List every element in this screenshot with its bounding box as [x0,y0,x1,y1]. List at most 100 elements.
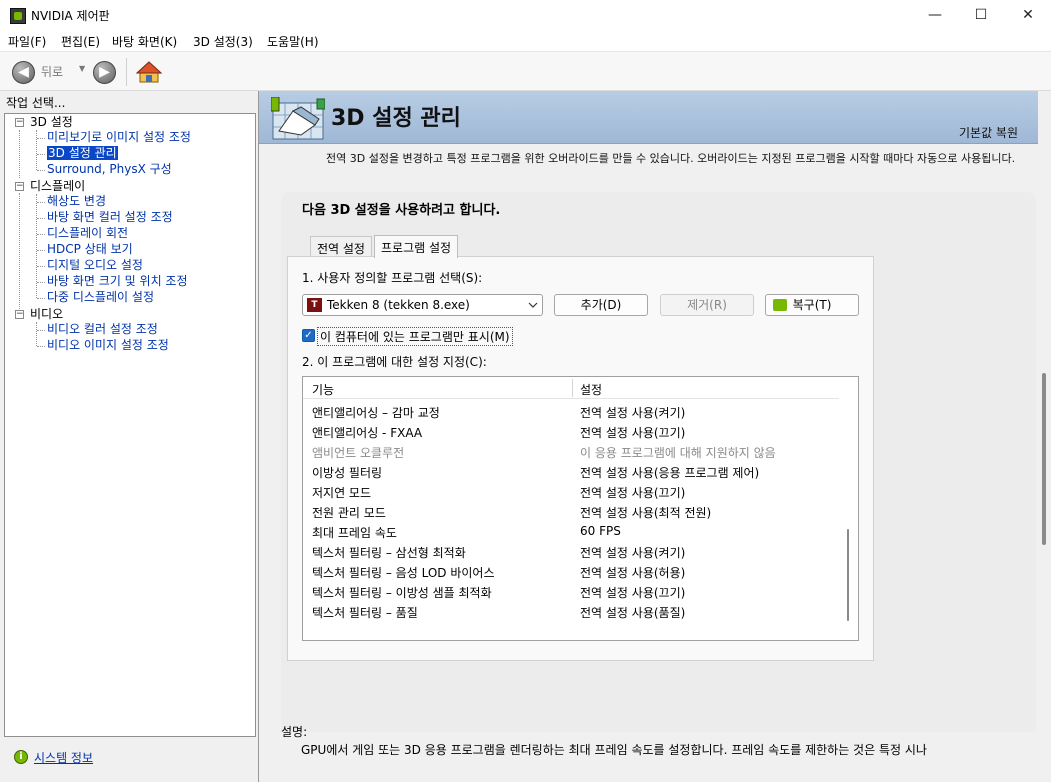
table-row[interactable]: 저지연 모드 전역 설정 사용(끄기) [303,481,839,501]
nvidia-logo-icon [773,299,787,311]
column-header-setting[interactable]: 설정 [580,381,602,398]
tree-connector [37,282,45,283]
collapse-toggle-icon[interactable]: − [15,182,24,191]
tree-connector [19,130,20,178]
content-pane: 3D 설정 관리 기본값 복원 전역 3D 설정을 변경하고 특정 프로그램을 … [258,91,1038,782]
show-only-installed-checkbox[interactable]: ✓ [302,329,315,342]
menu-file[interactable]: 파일(F) [8,33,46,50]
setting-cell[interactable]: 전역 설정 사용(허용) [580,564,685,581]
setting-cell[interactable]: 전역 설정 사용(끄기) [580,484,685,501]
feature-cell: 텍스처 필터링 – 음성 LOD 바이어스 [312,566,495,580]
menu-bar: 파일(F) 편집(E) 바탕 화면(K) 3D 설정(3) 도움말(H) [0,31,1051,52]
content-scroll-thumb[interactable] [1042,373,1046,545]
column-header-feature[interactable]: 기능 [312,381,334,398]
navigation-tree: − 3D 설정 미리보기로 이미지 설정 조정 3D 설정 관리 Surroun… [4,113,256,737]
setting-cell[interactable]: 전역 설정 사용(최적 전원) [580,504,711,521]
restore-defaults-link[interactable]: 기본값 복원 [959,124,1018,141]
tree-group-video[interactable]: 비디오 [30,307,63,323]
table-row[interactable]: 텍스처 필터링 – 품질 전역 설정 사용(품질) [303,601,839,621]
settings-grid: 기능 설정 앤티앨리어싱 – 감마 교정 전역 설정 사용(켜기) 앤티앨리어싱 -… [302,376,859,641]
tree-group-display[interactable]: 디스플레이 [30,179,85,195]
program-select-value: Tekken 8 (tekken 8.exe) [327,298,470,312]
tree-item-desktop-size-position[interactable]: 바탕 화면 크기 및 위치 조정 [47,274,188,290]
forward-button[interactable]: ▶ [93,61,116,84]
tree-item-rotate-display[interactable]: 디스플레이 회전 [47,226,128,242]
grid-scroll-thumb[interactable] [847,529,849,621]
back-dropdown-icon[interactable]: ▼ [79,64,85,73]
arrow-right-icon: ▶ [99,64,110,80]
table-row[interactable]: 텍스처 필터링 – 음성 LOD 바이어스 전역 설정 사용(허용) [303,561,839,581]
remove-program-button[interactable]: 제거(R) [660,294,754,316]
menu-desktop[interactable]: 바탕 화면(K) [112,33,177,50]
tree-item-video-image[interactable]: 비디오 이미지 설정 조정 [47,338,169,354]
content-vertical-scrollbar[interactable] [1038,91,1051,782]
title-bar: NVIDIA 제어판 — ☐ ✕ [0,0,1051,31]
table-row[interactable]: 전원 관리 모드 전역 설정 사용(최적 전원) [303,501,839,521]
window-title: NVIDIA 제어판 [31,9,110,23]
tree-connector [37,218,45,219]
column-separator[interactable] [572,379,573,397]
back-button[interactable]: ◀ [12,61,35,84]
collapse-toggle-icon[interactable]: − [15,310,24,319]
back-label[interactable]: 뒤로 [41,63,63,80]
step2-label: 2. 이 프로그램에 대한 설정 지정(C): [302,355,487,369]
feature-cell: 앤티앨리어싱 - FXAA [312,426,423,440]
table-row[interactable]: 텍스처 필터링 – 이방성 샘플 최적화 전역 설정 사용(끄기) [303,581,839,601]
tree-connector [37,330,45,331]
feature-cell: 텍스처 필터링 – 이방성 샘플 최적화 [312,586,492,600]
tree-item-digital-audio[interactable]: 디지털 오디오 설정 [47,258,143,274]
tree-group-3d-settings[interactable]: 3D 설정 [30,115,73,131]
setting-cell[interactable]: 전역 설정 사용(응용 프로그램 제어) [580,464,759,481]
setting-cell[interactable]: 전역 설정 사용(켜기) [580,544,685,561]
tree-connector [19,193,20,313]
grid-header: 기능 설정 [303,377,839,399]
tree-connector [37,170,45,171]
tree-connector [37,234,45,235]
tree-item-multiple-displays[interactable]: 다중 디스플레이 설정 [47,290,154,306]
system-info-label[interactable]: 시스템 정보 [34,749,93,766]
table-row[interactable]: 텍스처 필터링 – 삼선형 최적화 전역 설정 사용(켜기) [303,541,839,561]
tree-item-change-resolution[interactable]: 해상도 변경 [47,194,106,210]
add-program-button[interactable]: 추가(D) [554,294,648,316]
collapse-toggle-icon[interactable]: − [15,118,24,127]
minimize-button[interactable]: — [912,0,958,31]
show-only-installed-label[interactable]: 이 컴퓨터에 있는 프로그램만 표시(M) [317,327,513,346]
setting-cell[interactable]: 60 FPS [580,524,621,538]
program-select-dropdown[interactable]: T Tekken 8 (tekken 8.exe) [302,294,543,316]
tree-item-desktop-color[interactable]: 바탕 화면 컬러 설정 조정 [47,210,173,226]
description-label: 설명: [281,725,308,739]
tree-item-manage-3d-settings[interactable]: 3D 설정 관리 [47,146,118,162]
tree-connector [37,298,45,299]
menu-edit[interactable]: 편집(E) [61,33,100,50]
tree-item-video-color[interactable]: 비디오 컬러 설정 조정 [47,322,158,338]
tree-connector [37,138,45,139]
table-row[interactable]: 이방성 필터링 전역 설정 사용(응용 프로그램 제어) [303,461,839,481]
restore-program-button[interactable]: 복구(T) [765,294,859,316]
page-description: 전역 3D 설정을 변경하고 특정 프로그램을 위한 오버라이드를 만들 수 있… [326,152,1016,165]
home-icon[interactable] [136,60,162,84]
task-select-header: 작업 선택... [6,96,66,110]
tree-connector [36,322,37,346]
table-row[interactable]: 앤티앨리어싱 - FXAA 전역 설정 사용(끄기) [303,421,839,441]
setting-cell[interactable]: 전역 설정 사용(끄기) [580,584,685,601]
nvidia-app-icon [10,8,26,24]
maximize-button[interactable]: ☐ [958,0,1004,31]
chevron-down-icon [528,302,538,308]
setting-cell[interactable]: 전역 설정 사용(품질) [580,604,685,621]
tree-item-surround-physx[interactable]: Surround, PhysX 구성 [47,162,172,178]
close-button[interactable]: ✕ [1005,0,1051,31]
tree-item-preview-image-settings[interactable]: 미리보기로 이미지 설정 조정 [47,130,191,146]
tab-global-settings[interactable]: 전역 설정 [310,236,372,258]
info-icon: i [14,750,28,764]
tree-item-selected-label: 3D 설정 관리 [47,146,118,160]
tree-item-hdcp-status[interactable]: HDCP 상태 보기 [47,242,133,258]
menu-help[interactable]: 도움말(H) [267,33,319,50]
arrow-left-icon: ◀ [18,64,29,80]
table-row[interactable]: 앤티앨리어싱 – 감마 교정 전역 설정 사용(켜기) [303,401,839,421]
table-row[interactable]: 최대 프레임 속도 60 FPS [303,521,839,541]
tab-program-settings[interactable]: 프로그램 설정 [374,235,459,258]
setting-cell[interactable]: 전역 설정 사용(끄기) [580,424,685,441]
grid-vertical-scrollbar[interactable] [839,377,858,640]
menu-3d-settings[interactable]: 3D 설정(3) [193,33,253,50]
setting-cell[interactable]: 전역 설정 사용(켜기) [580,404,685,421]
